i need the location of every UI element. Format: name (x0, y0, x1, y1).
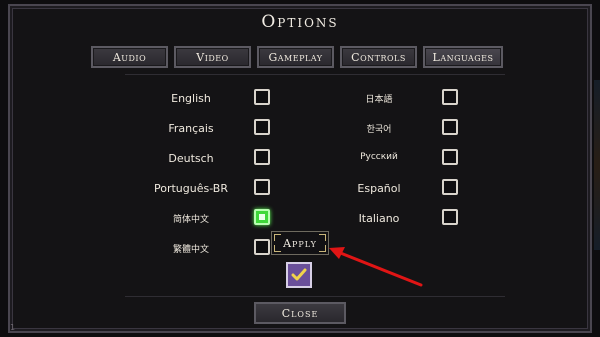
corner-number: 1 (10, 323, 16, 332)
red-arrow-annotation (329, 247, 423, 287)
